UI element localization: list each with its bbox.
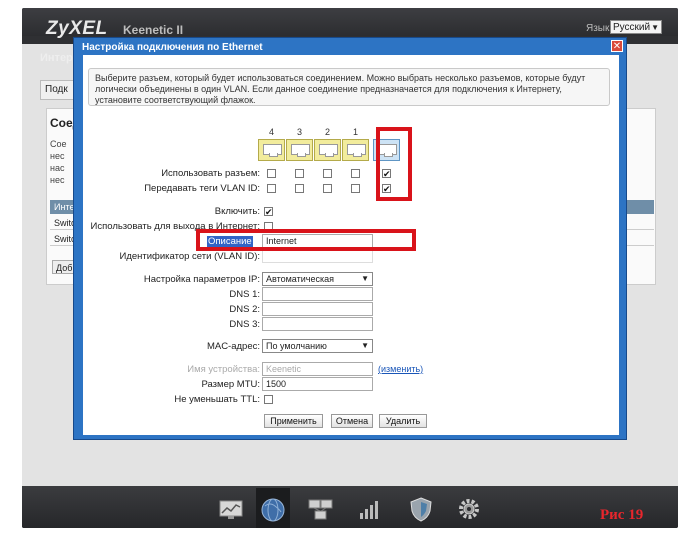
port-number-2: 2 [324, 127, 330, 137]
ttl-label: Не уменьшать TTL: [174, 394, 260, 405]
signal-bars-icon[interactable] [355, 494, 385, 524]
port-4 [258, 139, 285, 161]
shield-icon[interactable] [406, 494, 436, 524]
mtu-input[interactable]: 1500 [262, 377, 373, 391]
port-3 [286, 139, 313, 161]
hint-text: Выберите разъем, который будет использов… [88, 68, 610, 106]
dialog-title: Настройка подключения по Ethernet [82, 42, 263, 53]
ttl-checkbox[interactable] [264, 395, 273, 404]
apply-button[interactable]: Применить [264, 414, 323, 428]
ip-settings-value: Автоматическая [266, 274, 334, 284]
top-bar: ZyXEL Keenetic II Язык: Русский ▼ [22, 8, 678, 39]
close-icon[interactable]: ✕ [611, 40, 623, 52]
chevron-down-icon: ▼ [361, 274, 369, 283]
vlan-tag-port-4-checkbox[interactable] [267, 184, 276, 193]
use-port-2-checkbox[interactable] [323, 169, 332, 178]
dns1-input[interactable] [262, 287, 373, 301]
background-title: Интер [40, 52, 73, 64]
dns2-label: DNS 2: [229, 304, 260, 315]
vlan-tags-label: Передавать теги VLAN ID: [144, 183, 260, 194]
dns1-label: DNS 1: [229, 289, 260, 300]
globe-icon[interactable] [256, 488, 290, 528]
enable-label: Включить: [214, 206, 260, 217]
use-port-label: Использовать разъем: [161, 168, 260, 179]
use-port-4-checkbox[interactable] [267, 169, 276, 178]
chevron-down-icon: ▼ [651, 23, 659, 32]
highlight-wan-port [376, 127, 412, 201]
device-name-input[interactable]: Keenetic [262, 362, 373, 376]
port-1 [342, 139, 369, 161]
vlan-id-label: Идентификатор сети (VLAN ID): [119, 251, 260, 262]
dns3-input[interactable] [262, 317, 373, 331]
network-computers-icon[interactable] [306, 494, 336, 524]
language-value: Русский [613, 22, 651, 33]
port-number-1: 1 [352, 127, 358, 137]
gear-icon[interactable] [454, 494, 484, 524]
enable-checkbox[interactable]: ✔ [264, 207, 273, 217]
use-port-1-checkbox[interactable] [351, 169, 360, 178]
language-label: Язык: [586, 23, 613, 34]
mtu-label: Размер MTU: [201, 379, 260, 390]
chevron-down-icon: ▼ [361, 341, 369, 350]
device-name-label: Имя устройства: [187, 364, 260, 375]
port-number-3: 3 [296, 127, 302, 137]
highlight-description [196, 229, 416, 251]
mac-select[interactable]: По умолчанию ▼ [262, 339, 373, 353]
language-select[interactable]: Русский ▼ [610, 20, 662, 34]
use-port-3-checkbox[interactable] [295, 169, 304, 178]
dns3-label: DNS 3: [229, 319, 260, 330]
mac-value: По умолчанию [266, 341, 327, 351]
change-link[interactable]: (изменить) [378, 364, 423, 374]
ip-settings-label: Настройка параметров IP: [143, 274, 260, 285]
ip-settings-select[interactable]: Автоматическая ▼ [262, 272, 373, 286]
port-2 [314, 139, 341, 161]
monitor-chart-icon[interactable] [216, 494, 246, 524]
bottom-nav [22, 486, 678, 528]
figure-caption: Рис 19 [600, 507, 644, 523]
vlan-tag-port-3-checkbox[interactable] [295, 184, 304, 193]
cancel-button[interactable]: Отмена [331, 414, 373, 428]
vlan-tag-port-1-checkbox[interactable] [351, 184, 360, 193]
port-number-4: 4 [268, 127, 274, 137]
mac-label: MAC-адрес: [206, 341, 260, 352]
vlan-tag-port-2-checkbox[interactable] [323, 184, 332, 193]
vlan-id-input[interactable] [262, 249, 373, 263]
dns2-input[interactable] [262, 302, 373, 316]
model-name: Keenetic II [123, 23, 184, 37]
delete-button[interactable]: Удалить [379, 414, 427, 428]
